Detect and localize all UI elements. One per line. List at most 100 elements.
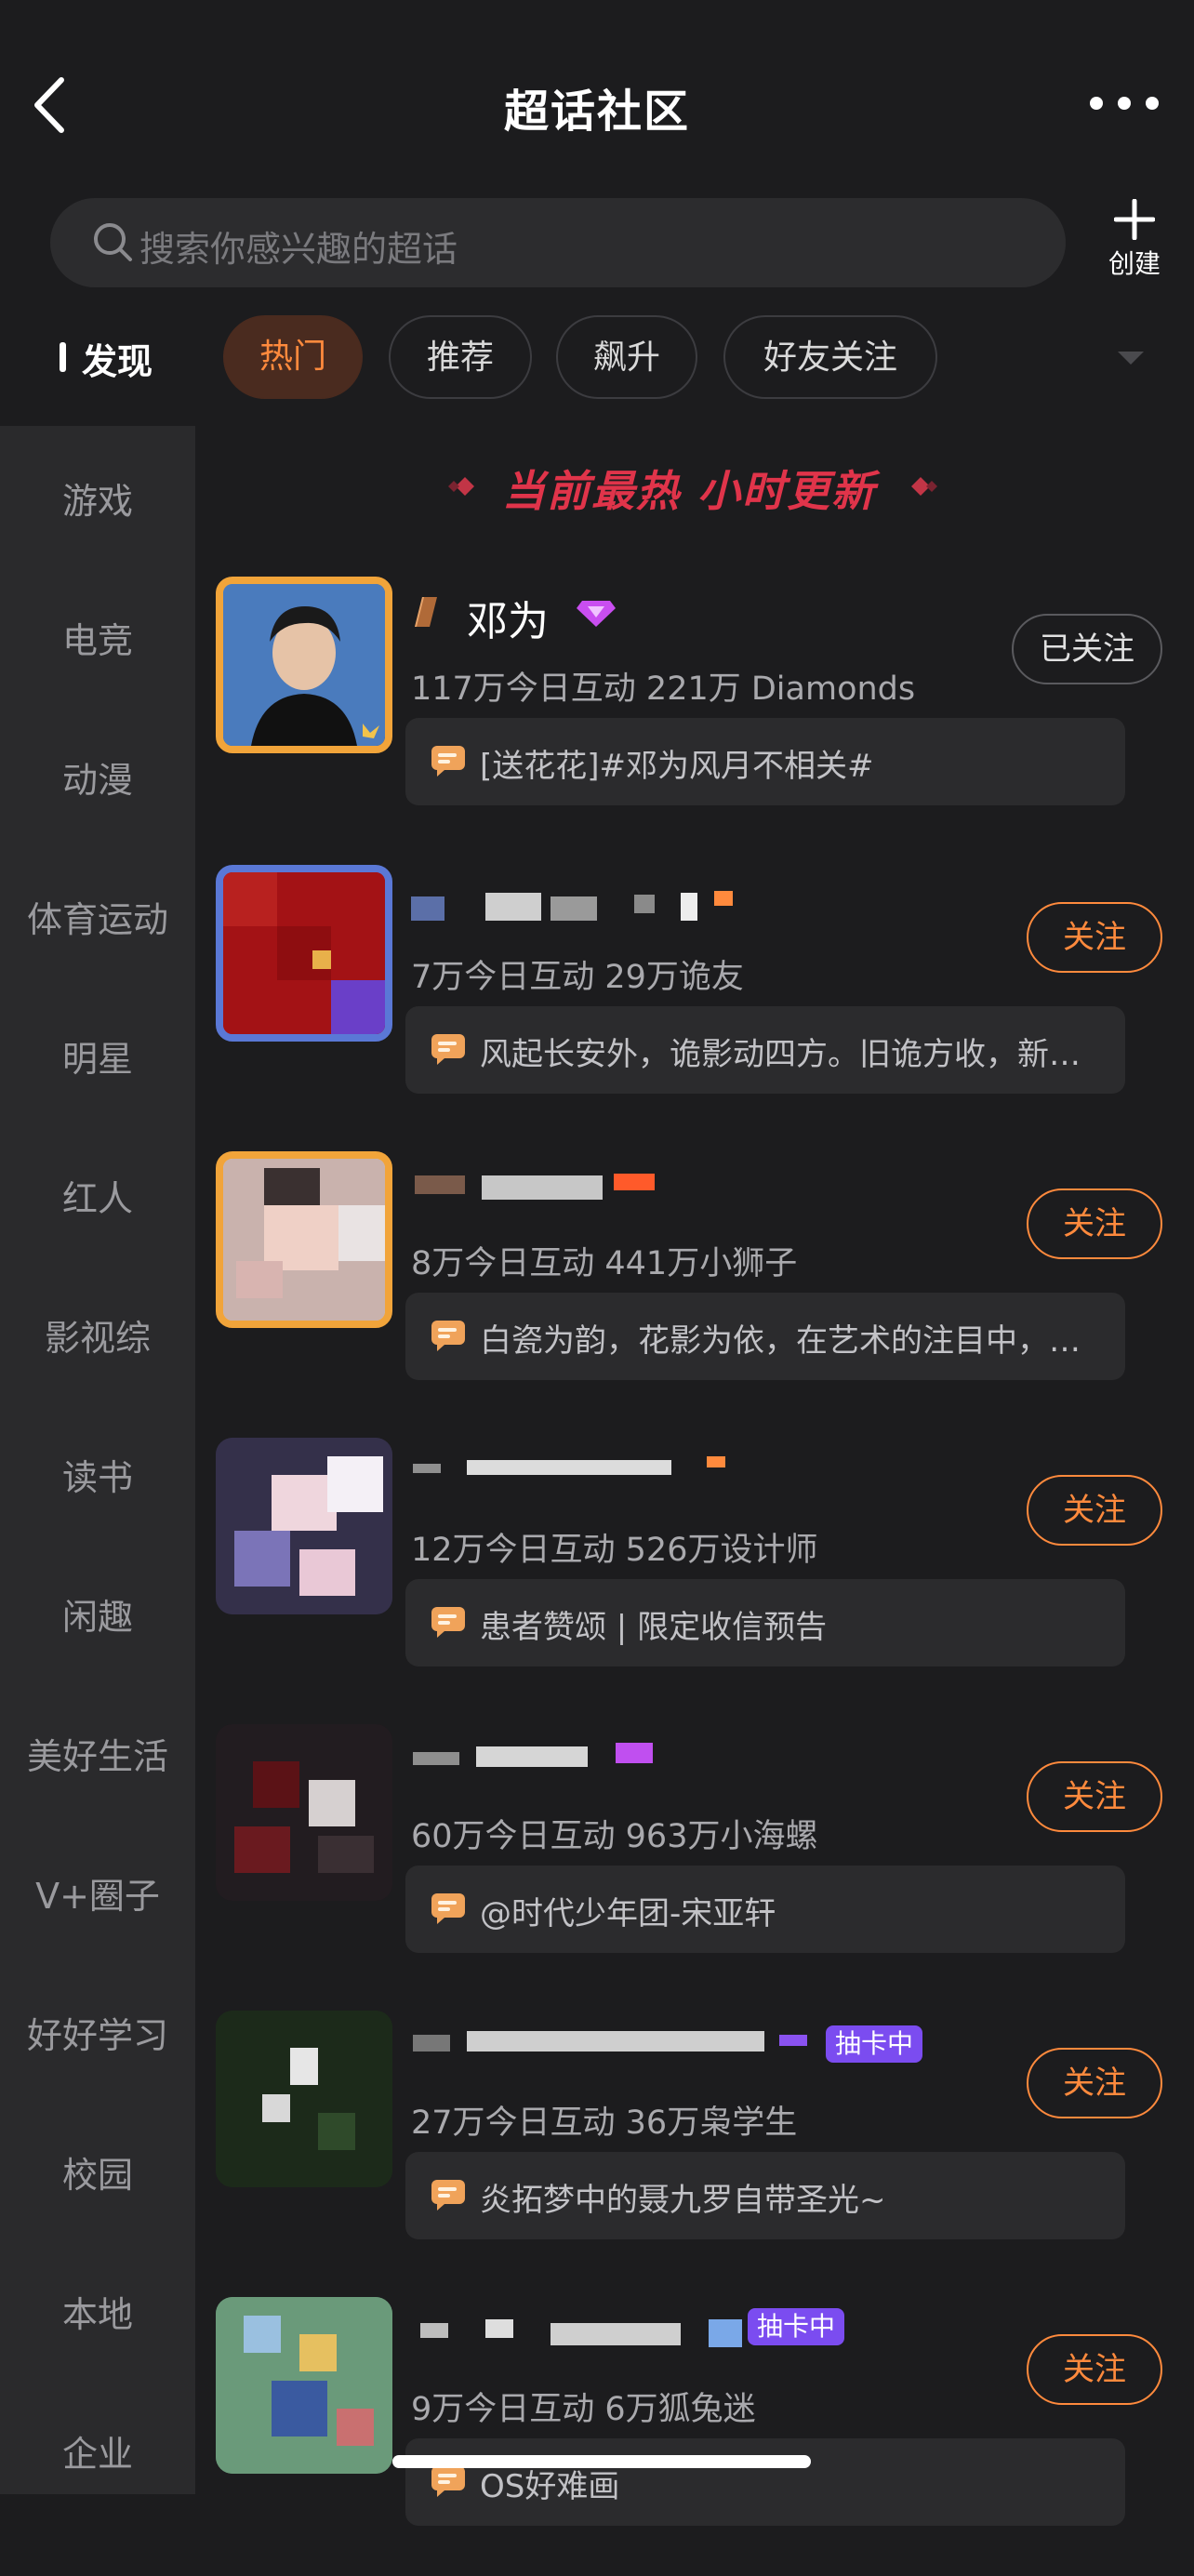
latest-post[interactable]: 患者赞颂 | 限定收信预告 <box>405 1579 1125 1666</box>
latest-post[interactable]: 白瓷为韵，花影为依，在艺术的注目中，… <box>405 1293 1125 1380</box>
community-row[interactable]: 8万今日互动 441万小狮子 关注 白瓷为韵，花影为依，在艺术的注目中，… <box>195 1151 1194 1430</box>
section-indicator <box>60 342 66 372</box>
sidebar-item-campus[interactable]: 校园 <box>0 2146 195 2198</box>
diamond-right-icon <box>911 477 937 496</box>
comment-icon <box>431 2180 465 2211</box>
blurred-name-placeholder <box>413 1456 725 1475</box>
diamond-left-icon <box>448 477 474 496</box>
community-stats: 60万今日互动 963万小海螺 <box>411 1818 818 1855</box>
blurred-name-placeholder <box>413 2031 807 2052</box>
avatar-pixelated-icon <box>216 2297 392 2474</box>
follow-button[interactable]: 关注 <box>1027 902 1162 973</box>
drawing-card-badge: 抽卡中 <box>826 2025 923 2063</box>
sidebar-item-stars[interactable]: 明星 <box>0 1030 195 1082</box>
avatar-pixelated-icon <box>223 872 385 1034</box>
diamond-vip-icon <box>577 601 616 627</box>
community-name-line: 抽卡中 <box>411 2020 969 2076</box>
community-stats: 8万今日互动 441万小狮子 <box>411 1245 798 1282</box>
sidebar-item-vplus[interactable]: V+圈子 <box>0 1867 195 1919</box>
post-text: 炎拓梦中的聂九罗自带圣光~ <box>480 2182 886 2219</box>
home-indicator[interactable] <box>392 2455 811 2468</box>
follow-button[interactable]: 关注 <box>1027 1761 1162 1832</box>
blurred-name-placeholder <box>411 891 733 921</box>
comment-icon <box>431 746 465 777</box>
community-stats: 27万今日互动 36万枭学生 <box>411 2105 798 2142</box>
follow-button[interactable]: 关注 <box>1027 1475 1162 1546</box>
comment-icon <box>431 2466 465 2497</box>
more-dots-icon <box>1090 97 1159 110</box>
community-name-line: 邓为 <box>411 586 969 645</box>
sidebar-item-anime[interactable]: 动漫 <box>0 751 195 803</box>
post-text: @时代少年团-宋亚轩 <box>480 1895 776 1932</box>
followed-button[interactable]: 已关注 <box>1012 614 1162 684</box>
latest-post[interactable]: [送花花]#邓为风月不相关# <box>405 718 1125 805</box>
community-avatar[interactable] <box>216 577 392 753</box>
category-sidebar: 游戏 电竞 动漫 体育运动 明星 红人 影视综 读书 闲趣 美好生活 V+圈子 … <box>0 426 195 2494</box>
community-row[interactable]: 60万今日互动 963万小海螺 关注 @时代少年团-宋亚轩 <box>195 1724 1194 2003</box>
drawing-card-badge: 抽卡中 <box>748 2308 845 2345</box>
community-avatar[interactable] <box>216 1438 392 1614</box>
sidebar-item-lifestyle[interactable]: 美好生活 <box>0 1728 195 1779</box>
avatar-pixelated-icon <box>216 1724 392 1901</box>
post-text: 白瓷为韵，花影为依，在艺术的注目中，… <box>480 1322 1081 1360</box>
comment-icon <box>431 1607 465 1638</box>
latest-post[interactable]: @时代少年团-宋亚轩 <box>405 1866 1125 1953</box>
community-avatar[interactable] <box>216 1724 392 1901</box>
blurred-name-placeholder <box>420 2319 742 2347</box>
search-icon <box>94 223 132 261</box>
avatar-pixelated-icon <box>216 2011 392 2187</box>
latest-post[interactable]: OS好难画 <box>405 2438 1125 2526</box>
community-stats: 9万今日互动 6万狐兔迷 <box>411 2391 756 2428</box>
sidebar-item-enterprise[interactable]: 企业 <box>0 2425 195 2476</box>
follow-button[interactable]: 关注 <box>1027 2334 1162 2405</box>
follow-button[interactable]: 关注 <box>1027 2048 1162 2118</box>
sidebar-item-film-tv[interactable]: 影视综 <box>0 1309 195 1361</box>
sidebar-item-reading[interactable]: 读书 <box>0 1449 195 1500</box>
comment-icon <box>431 1893 465 1924</box>
avatar-pixelated-icon <box>216 1438 392 1614</box>
community-row[interactable]: 7万今日互动 29万诡友 关注 风起长安外，诡影动四方。旧诡方收，新… <box>195 865 1194 1144</box>
sidebar-item-influencers[interactable]: 红人 <box>0 1170 195 1221</box>
chevron-down-icon[interactable] <box>1114 346 1148 368</box>
comment-icon <box>431 1034 465 1065</box>
avatar-pixelated-icon <box>223 1159 385 1321</box>
follow-button[interactable]: 关注 <box>1027 1188 1162 1259</box>
sidebar-item-sports[interactable]: 体育运动 <box>0 891 195 942</box>
community-name-line <box>411 1447 969 1503</box>
community-avatar[interactable] <box>216 2011 392 2187</box>
community-name-line: 抽卡中 <box>411 2306 969 2362</box>
plus-icon <box>1114 199 1155 240</box>
community-row[interactable]: 抽卡中 27万今日互动 36万枭学生 关注 炎拓梦中的聂九罗自带圣光~ <box>195 2011 1194 2290</box>
hot-banner: 当前最热 小时更新 <box>437 454 958 519</box>
sidebar-item-local[interactable]: 本地 <box>0 2286 195 2337</box>
sidebar-item-games[interactable]: 游戏 <box>0 472 195 524</box>
more-button[interactable] <box>1082 89 1166 117</box>
blurred-name-placeholder <box>415 1174 655 1200</box>
community-name: 邓为 <box>467 598 549 645</box>
community-name-line <box>411 1161 969 1216</box>
community-stats: 12万今日互动 526万设计师 <box>411 1532 818 1569</box>
community-row[interactable]: 邓为 117万今日互动 221万 Diamonds 已关注 [送花花]#邓为风月… <box>195 577 1194 856</box>
tab-rising[interactable]: 飙升 <box>556 315 697 399</box>
latest-post[interactable]: 风起长安外，诡影动四方。旧诡方收，新… <box>405 1006 1125 1094</box>
community-row[interactable]: 抽卡中 9万今日互动 6万狐兔迷 关注 OS好难画 <box>195 2297 1194 2576</box>
community-avatar[interactable] <box>216 1151 392 1328</box>
sidebar-item-study[interactable]: 好好学习 <box>0 2007 195 2058</box>
tab-hot[interactable]: 热门 <box>223 315 363 399</box>
sidebar-item-esports[interactable]: 电竞 <box>0 612 195 663</box>
create-label: 创建 <box>1108 248 1161 279</box>
tab-friends-follow[interactable]: 好友关注 <box>723 315 937 399</box>
search-input[interactable]: 搜索你感兴趣的超话 <box>50 198 1066 287</box>
latest-post[interactable]: 炎拓梦中的聂九罗自带圣光~ <box>405 2152 1125 2239</box>
community-name-line <box>411 874 969 930</box>
community-row[interactable]: 12万今日互动 526万设计师 关注 患者赞颂 | 限定收信预告 <box>195 1438 1194 1717</box>
create-button[interactable]: 创建 <box>1097 195 1172 279</box>
sidebar-item-leisure[interactable]: 闲趣 <box>0 1588 195 1640</box>
community-stats: 7万今日互动 29万诡友 <box>411 959 744 996</box>
search-placeholder: 搜索你感兴趣的超话 <box>139 229 458 270</box>
community-avatar[interactable] <box>216 2297 392 2474</box>
tab-recommend[interactable]: 推荐 <box>389 315 532 399</box>
community-stats: 117万今日互动 221万 Diamonds <box>411 671 916 708</box>
avatar-portrait-icon <box>223 584 385 746</box>
community-avatar[interactable] <box>216 865 392 1042</box>
